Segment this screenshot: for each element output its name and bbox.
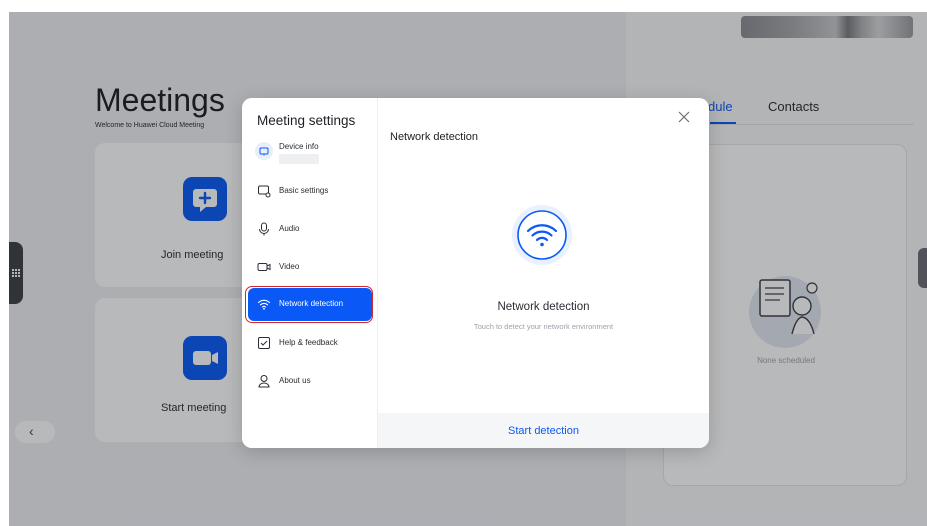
sidebar-item-audio[interactable]: Audio xyxy=(248,213,372,246)
detection-subtitle: Touch to detect your network environment xyxy=(473,322,614,331)
app-frame: dule Contacts None scheduled Meetings We… xyxy=(0,0,927,526)
sidebar-item-about-us[interactable]: About us xyxy=(248,365,372,398)
sidebar-item-help-feedback[interactable]: Help & feedback xyxy=(248,327,372,360)
settings-icon xyxy=(258,185,271,198)
network-detection-wifi-icon[interactable] xyxy=(511,204,573,266)
camera-icon xyxy=(257,263,271,271)
settings-content: Network detection Network detection Touc… xyxy=(378,98,709,448)
feedback-icon xyxy=(258,337,270,349)
sidebar-item-label: Basic settings xyxy=(279,186,329,195)
device-icon xyxy=(255,142,273,160)
detection-heading: Network detection xyxy=(497,301,590,313)
sidebar-item-device-info[interactable]: Device info xyxy=(248,134,372,167)
dialog-title: Meeting settings xyxy=(257,113,356,128)
close-icon[interactable] xyxy=(674,107,694,127)
meetings-screen: dule Contacts None scheduled Meetings We… xyxy=(9,12,927,526)
selection-highlight-outline xyxy=(245,286,373,323)
sidebar-item-video[interactable]: Video xyxy=(248,251,372,284)
start-detection-bar: Start detection xyxy=(378,413,709,448)
settings-sidebar: Meeting settings Device info Basic setti… xyxy=(242,98,378,448)
sidebar-item-label: Device info xyxy=(279,142,319,151)
device-name-redacted xyxy=(279,154,319,164)
user-icon xyxy=(258,375,270,388)
sidebar-item-label: Video xyxy=(279,262,300,271)
sidebar-item-label: Audio xyxy=(279,224,300,233)
start-detection-button[interactable]: Start detection xyxy=(378,425,709,437)
meeting-settings-dialog: Meeting settings Device info Basic setti… xyxy=(242,98,709,448)
sidebar-item-label: Help & feedback xyxy=(279,338,338,347)
sidebar-item-label: About us xyxy=(279,376,311,385)
section-title: Network detection xyxy=(390,131,479,143)
sidebar-item-basic-settings[interactable]: Basic settings xyxy=(248,175,372,208)
microphone-icon xyxy=(259,222,269,236)
